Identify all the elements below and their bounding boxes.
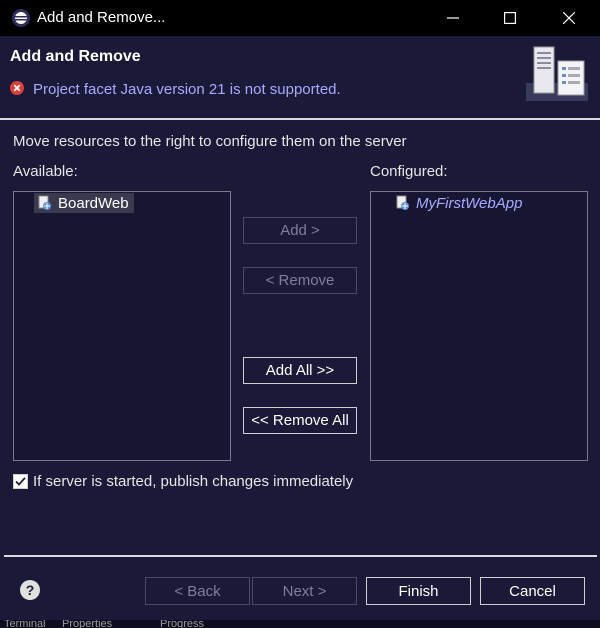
maximize-button[interactable] [481, 0, 539, 36]
eclipse-icon [12, 9, 30, 27]
list-item-boardweb[interactable]: BoardWeb [34, 193, 134, 213]
next-button[interactable]: Next > [252, 577, 357, 605]
minimize-icon [447, 17, 459, 19]
view-tab-terminal: Terminal [4, 620, 46, 628]
background-edge [0, 36, 3, 620]
background-view-tabs: Terminal Properties Progress [0, 620, 600, 628]
back-button[interactable]: < Back [145, 577, 250, 605]
add-all-button[interactable]: Add All >> [243, 357, 357, 384]
checkmark-icon [15, 477, 26, 486]
web-project-icon [38, 195, 51, 210]
close-icon [563, 12, 575, 24]
server-wizard-icon [526, 46, 588, 101]
list-item-myfirstwebapp[interactable]: MyFirstWebApp [395, 193, 522, 213]
list-item-label: MyFirstWebApp [416, 194, 523, 212]
configured-label: Configured: [370, 163, 448, 180]
publish-checkbox-label[interactable]: If server is started, publish changes im… [33, 473, 353, 490]
instructions-text: Move resources to the right to configure… [13, 133, 407, 150]
footer-separator [4, 555, 597, 557]
available-list[interactable]: BoardWeb [13, 191, 231, 461]
error-icon [10, 81, 24, 95]
publish-checkbox[interactable] [13, 474, 28, 489]
available-label: Available: [13, 163, 78, 180]
error-message: Project facet Java version 21 is not sup… [33, 81, 341, 98]
window-title: Add and Remove... [37, 9, 166, 26]
list-item-label: BoardWeb [58, 194, 129, 212]
web-project-icon [396, 195, 409, 210]
add-button[interactable]: Add > [243, 217, 357, 244]
cancel-button[interactable]: Cancel [480, 577, 585, 605]
dialog-title: Add and Remove [10, 48, 141, 65]
maximize-icon [504, 12, 516, 24]
close-button[interactable] [540, 0, 598, 36]
banner-separator [0, 118, 600, 120]
dialog-banner: Add and Remove Project facet Java versio… [0, 36, 600, 120]
finish-button[interactable]: Finish [366, 577, 471, 605]
minimize-button[interactable] [424, 0, 482, 36]
configured-list[interactable]: MyFirstWebApp [370, 191, 588, 461]
remove-button[interactable]: < Remove [243, 267, 357, 294]
view-tab-properties: Properties [62, 620, 113, 628]
view-tab-progress: Progress [160, 620, 205, 628]
title-bar: Add and Remove... [0, 0, 600, 36]
help-icon[interactable]: ? [20, 580, 40, 600]
remove-all-button[interactable]: << Remove All [243, 407, 357, 434]
